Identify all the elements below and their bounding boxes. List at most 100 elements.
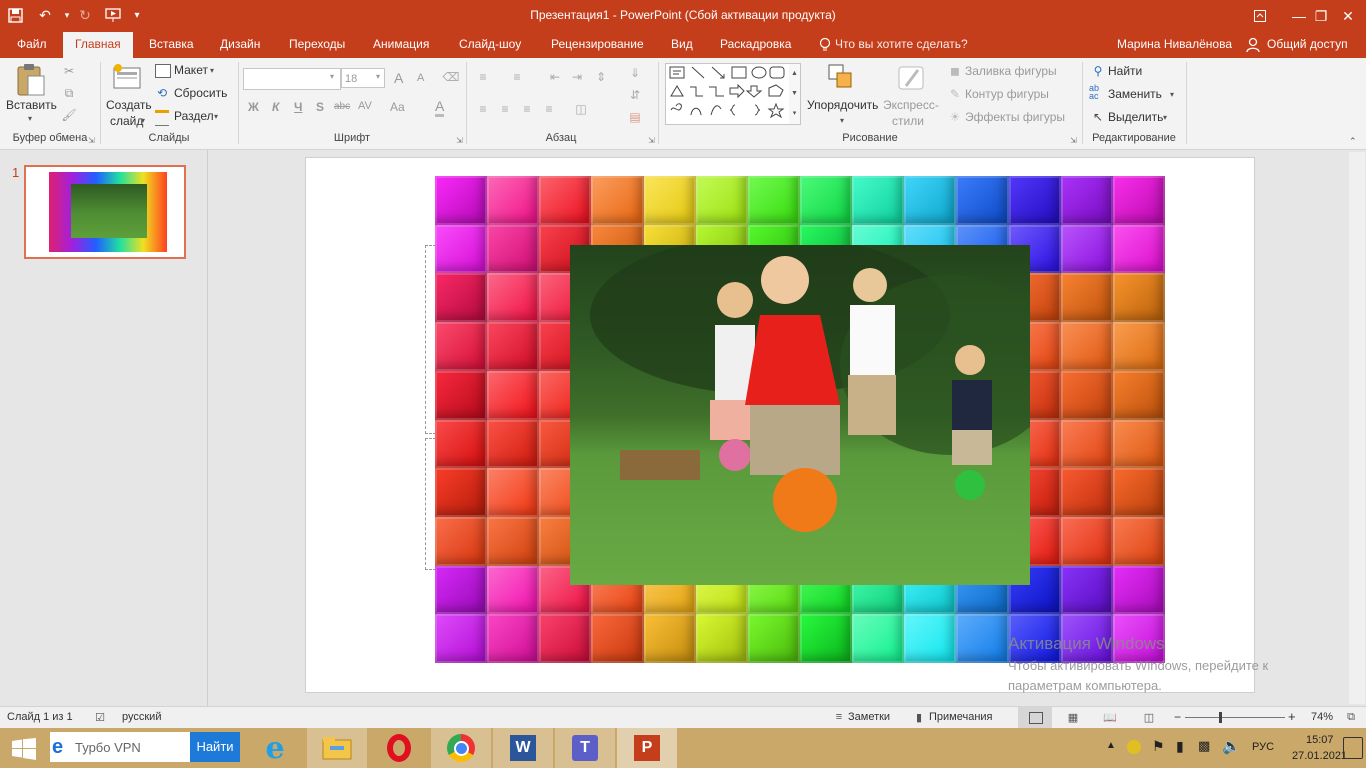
find-button[interactable]: Найти	[1108, 64, 1142, 78]
internet-explorer-icon[interactable]: e	[245, 728, 305, 768]
change-case-button[interactable]: Aa	[390, 100, 405, 114]
zoom-slider-track[interactable]	[1185, 717, 1285, 718]
select-button[interactable]: Выделить	[1108, 110, 1163, 124]
slide-thumbnail[interactable]	[24, 165, 186, 259]
clipboard-launcher-icon[interactable]: ⇲	[88, 136, 95, 145]
opera-icon[interactable]	[369, 728, 429, 768]
grow-font-icon[interactable]: A	[394, 70, 403, 86]
close-icon[interactable]: ✕	[1330, 0, 1366, 32]
paste-dropdown-icon[interactable]: ▾	[28, 114, 32, 123]
decrease-indent-icon[interactable]: ⇤	[546, 68, 564, 86]
bold-button[interactable]: Ж	[248, 100, 259, 114]
select-dropdown-icon[interactable]: ▾	[1163, 113, 1167, 122]
character-spacing-button[interactable]: AV	[358, 100, 372, 112]
fit-to-window-icon[interactable]: ⧉	[1343, 709, 1359, 725]
tab-home[interactable]: Главная	[63, 32, 133, 58]
kids-photo[interactable]	[570, 245, 1030, 585]
reading-view-icon[interactable]: 📖	[1102, 709, 1118, 725]
quick-styles-button-line2[interactable]: стили	[892, 114, 924, 128]
section-dropdown-icon[interactable]: ▾	[214, 112, 218, 121]
slideshow-view-icon[interactable]: ◫	[1141, 709, 1157, 725]
arrange-button[interactable]: Упорядочить	[807, 98, 878, 112]
tab-design[interactable]: Дизайн	[218, 32, 262, 58]
shapes-scroll[interactable]: ▲ ▼ ▾	[789, 63, 801, 125]
convert-smartart-icon[interactable]: ▤	[626, 108, 644, 126]
show-hidden-icons[interactable]: ▲	[1106, 740, 1116, 751]
layout-dropdown-icon[interactable]: ▾	[210, 66, 214, 75]
start-windows-icon[interactable]	[12, 738, 36, 763]
align-right-icon[interactable]: ≡	[518, 100, 536, 118]
normal-view-button[interactable]	[1018, 707, 1052, 728]
quick-styles-button[interactable]: Экспресс-	[883, 98, 939, 112]
tell-me-search[interactable]: Что вы хотите сделать?	[833, 32, 970, 58]
shrink-font-icon[interactable]: A	[417, 72, 424, 84]
volume-icon[interactable]: 🔈	[1222, 737, 1241, 755]
tab-review[interactable]: Рецензирование	[549, 32, 646, 58]
align-left-icon[interactable]: ≡	[474, 100, 492, 118]
font-size-dropdown-icon[interactable]: ▾	[376, 72, 380, 81]
font-launcher-icon[interactable]: ⇲	[456, 136, 463, 145]
columns-icon[interactable]: ◫	[572, 100, 590, 118]
clock-time[interactable]: 15:07	[1306, 734, 1334, 746]
vertical-scrollbar[interactable]	[1349, 152, 1365, 704]
text-direction-icon[interactable]: ⇓	[626, 64, 644, 82]
layout-button[interactable]: Макет	[174, 63, 208, 77]
font-name-dropdown-icon[interactable]: ▾	[330, 72, 334, 81]
tab-animations[interactable]: Анимация	[371, 32, 431, 58]
notifications-icon[interactable]	[1343, 737, 1363, 759]
drawing-launcher-icon[interactable]: ⇲	[1070, 136, 1077, 145]
shapes-gallery[interactable]	[665, 63, 791, 125]
new-slide-dropdown-icon[interactable]: ▾	[141, 116, 145, 125]
align-center-icon[interactable]: ≡	[496, 100, 514, 118]
tab-file[interactable]: Файл	[15, 32, 49, 58]
copy-icon[interactable]: ⧉	[60, 84, 78, 102]
spellcheck-icon[interactable]: ☑	[92, 709, 108, 725]
taskbar-search-box[interactable]: e Турбо VPN	[50, 732, 190, 762]
new-slide-icon[interactable]	[112, 62, 144, 97]
input-language[interactable]: РУС	[1252, 741, 1274, 753]
font-name-field[interactable]	[243, 68, 341, 90]
reset-button[interactable]: Сбросить	[174, 86, 227, 100]
replace-dropdown-icon[interactable]: ▾	[1170, 90, 1174, 99]
tab-view[interactable]: Вид	[669, 32, 695, 58]
arrange-icon[interactable]	[826, 62, 856, 97]
share-button[interactable]: Общий доступ	[1265, 32, 1350, 58]
slide-canvas[interactable]	[305, 157, 1255, 693]
network-icon[interactable]: ▩	[1198, 738, 1210, 754]
shape-outline-button[interactable]: Контур фигуры	[965, 87, 1049, 101]
user-name[interactable]: Марина Нивалёнова	[1115, 32, 1234, 58]
zoom-out-button[interactable]: −	[1174, 710, 1181, 724]
comments-button[interactable]: Примечания	[929, 711, 993, 723]
numbering-icon[interactable]: ≡	[508, 68, 526, 86]
section-button[interactable]: Раздел	[174, 109, 214, 123]
file-explorer-icon[interactable]	[307, 728, 367, 768]
collapse-ribbon-icon[interactable]: ⌃	[1349, 136, 1357, 147]
shape-effects-button[interactable]: Эффекты фигуры	[965, 110, 1065, 124]
shape-fill-button[interactable]: Заливка фигуры	[965, 64, 1057, 78]
justify-icon[interactable]: ≡	[540, 100, 558, 118]
line-spacing-icon[interactable]: ⇕	[592, 68, 610, 86]
zoom-in-button[interactable]: +	[1288, 709, 1296, 724]
teams-icon[interactable]: T	[555, 728, 615, 768]
replace-button[interactable]: Заменить	[1108, 87, 1162, 101]
ribbon-display-options-icon[interactable]	[1240, 0, 1280, 32]
italic-button[interactable]: К	[272, 100, 279, 114]
strikethrough-button[interactable]: abc	[334, 101, 350, 112]
notes-button[interactable]: Заметки	[848, 711, 890, 723]
quick-styles-icon[interactable]	[896, 62, 928, 97]
paste-icon[interactable]	[14, 62, 50, 98]
zoom-level[interactable]: 74%	[1311, 711, 1333, 723]
word-icon[interactable]: W	[493, 728, 553, 768]
powerpoint-icon[interactable]: P	[617, 728, 677, 768]
shadow-button[interactable]: S	[316, 100, 324, 114]
slide-sorter-icon[interactable]: ▦	[1065, 709, 1081, 725]
new-slide-button[interactable]: Создать	[106, 98, 152, 112]
tray-app-icon[interactable]	[1127, 740, 1141, 754]
clear-formatting-icon[interactable]: ⌫	[442, 68, 460, 86]
font-color-button[interactable]: A	[435, 98, 445, 117]
chrome-icon[interactable]	[431, 728, 491, 768]
paste-button[interactable]: Вставить	[6, 98, 57, 112]
zoom-slider-thumb[interactable]	[1219, 712, 1222, 723]
align-text-icon[interactable]: ⇵	[626, 86, 644, 104]
format-painter-icon[interactable]: 🖌	[60, 106, 78, 124]
